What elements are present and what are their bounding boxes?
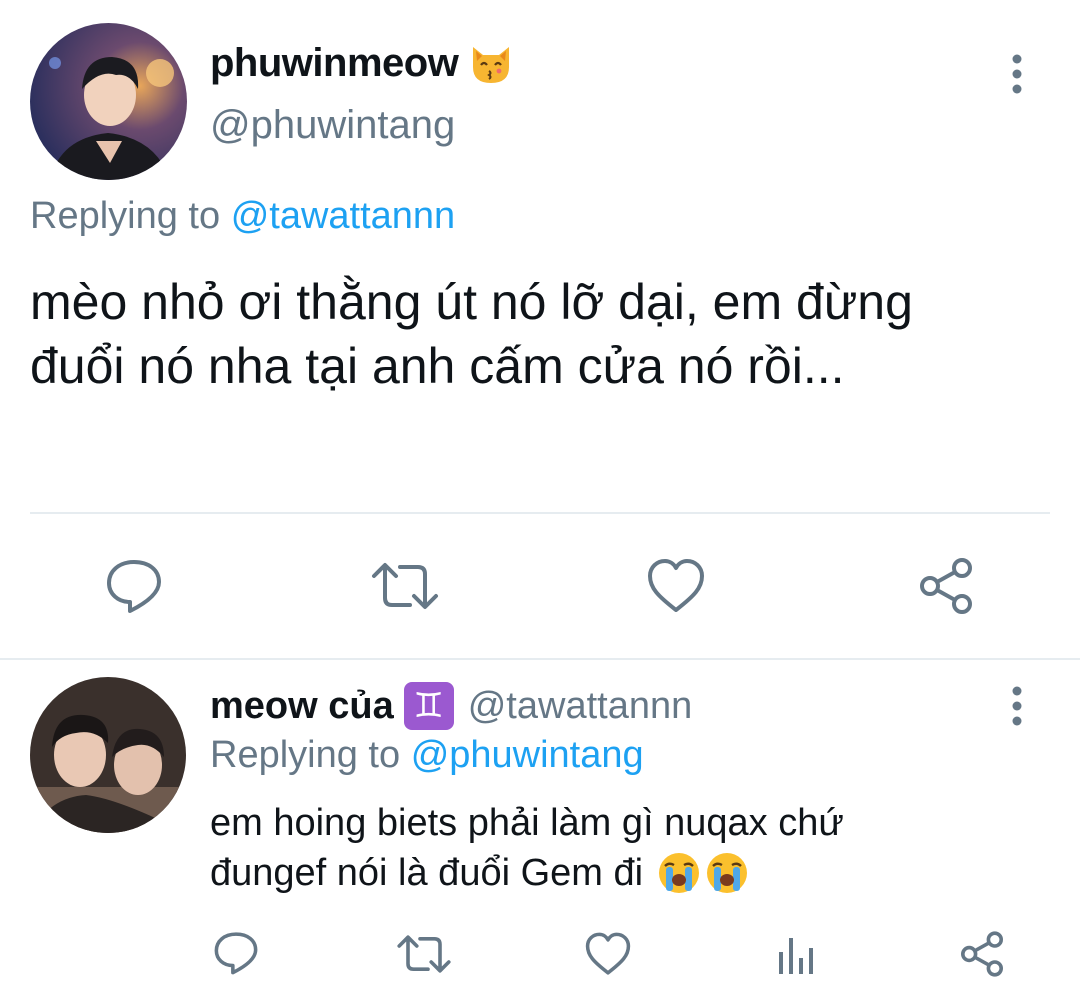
- replying-label: Replying to: [30, 195, 221, 237]
- gemini-symbol: ♊: [413, 686, 444, 726]
- main-tweet: phuwinmeow @phuwintang Replying to @tawa…: [0, 0, 1080, 660]
- gemini-badge-icon: ♊: [403, 682, 454, 730]
- replying-handle-link[interactable]: @tawattannn: [231, 195, 456, 237]
- share-icon: [920, 558, 972, 614]
- like-icon: [648, 559, 704, 612]
- like-icon: [585, 932, 631, 975]
- replying-to: Replying to @tawattannn: [30, 195, 455, 238]
- replying-to: Replying to @phuwintang: [210, 734, 644, 777]
- retweet-button[interactable]: [370, 560, 440, 612]
- analytics-button[interactable]: [776, 934, 816, 976]
- tweet-text-line: đuổi nó nha tại anh cấm cửa nó rồi...: [30, 338, 845, 394]
- handle[interactable]: @phuwintang: [210, 103, 455, 148]
- reply-button[interactable]: [212, 931, 260, 975]
- retweet-icon: [372, 563, 438, 609]
- loudly-crying-face-emoji: [657, 851, 701, 895]
- divider: [30, 512, 1050, 514]
- reply-icon: [214, 932, 258, 975]
- retweet-button[interactable]: [396, 933, 452, 975]
- replying-handle-link[interactable]: @phuwintang: [411, 734, 644, 776]
- like-button[interactable]: [584, 932, 632, 976]
- share-button[interactable]: [958, 930, 1006, 978]
- more-options-button[interactable]: [1002, 684, 1032, 728]
- tweet-text-line: mèo nhỏ ơi thằng út nó lỡ dại, em đừng: [30, 274, 913, 330]
- tweet-text: mèo nhỏ ơi thằng út nó lỡ dại, em đừng đ…: [30, 270, 913, 398]
- retweet-icon: [397, 935, 451, 973]
- share-icon: [961, 931, 1003, 977]
- more-options-button[interactable]: [1002, 52, 1032, 96]
- tweet-text: em hoing biets phải làm gì nuqax chứ đun…: [210, 798, 844, 898]
- avatar-phuwintang[interactable]: [30, 23, 187, 180]
- reply-icon: [107, 560, 161, 613]
- reply-button[interactable]: [104, 558, 164, 614]
- kissing-cat-emoji: [468, 41, 514, 85]
- display-name[interactable]: meow của: [210, 685, 394, 728]
- display-name[interactable]: phuwinmeow: [210, 41, 459, 86]
- reply-tweet: meow của ♊ @tawattannn Replying to @phuw…: [0, 660, 1080, 996]
- more-vertical-icon: [1012, 54, 1022, 94]
- tweet-text-line: em hoing biets phải làm gì nuqax chứ: [210, 802, 844, 844]
- more-vertical-icon: [1012, 686, 1022, 726]
- tweet-text-line: đungef nói là đuổi Gem đi: [210, 852, 644, 894]
- share-button[interactable]: [916, 556, 976, 616]
- replying-label: Replying to: [210, 734, 401, 776]
- analytics-icon: [779, 938, 813, 974]
- avatar-tawattannn[interactable]: [30, 677, 186, 833]
- handle[interactable]: @tawattannn: [468, 685, 693, 728]
- like-button[interactable]: [646, 558, 706, 614]
- loudly-crying-face-emoji: [705, 851, 749, 895]
